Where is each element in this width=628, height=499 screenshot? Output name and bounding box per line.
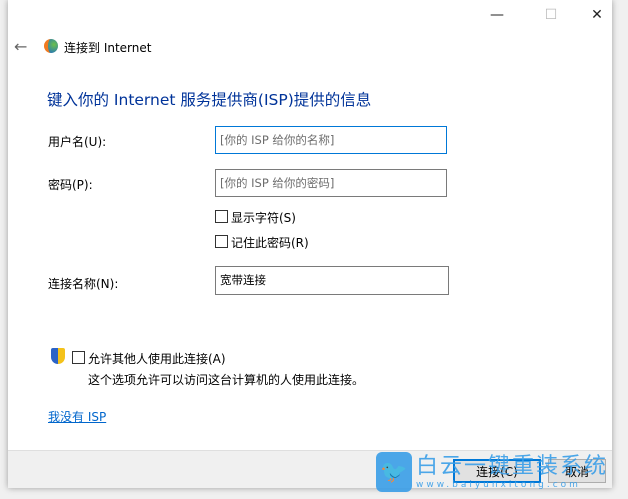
close-button[interactable]: ✕ — [574, 0, 620, 30]
allow-others-label[interactable]: 允许其他人使用此连接(A) — [88, 350, 226, 367]
bird-icon: 🐦 — [376, 452, 412, 492]
connect-to-internet-window: — ☐ ✕ ← 连接到 Internet 键入你的 Internet 服务提供商… — [8, 0, 612, 488]
allow-others-description: 这个选项允许可以访问这台计算机的人使用此连接。 — [88, 373, 365, 387]
watermark-logo: 🐦 白云一键重装系统 www.baiyunxitong.com — [376, 452, 608, 492]
watermark-url: www.baiyunxitong.com — [416, 480, 581, 490]
remember-password-checkbox[interactable] — [215, 235, 228, 248]
connection-name-label: 连接名称(N): — [48, 277, 119, 291]
back-arrow-icon[interactable]: ← — [14, 37, 27, 56]
show-chars-label[interactable]: 显示字符(S) — [231, 209, 296, 226]
password-label: 密码(P): — [48, 178, 93, 192]
username-label: 用户名(U): — [48, 135, 107, 149]
uac-shield-icon — [51, 348, 65, 364]
no-isp-link[interactable]: 我没有 ISP — [48, 408, 106, 425]
connection-name-input[interactable]: 宽带连接 — [215, 266, 449, 295]
remember-password-label[interactable]: 记住此密码(R) — [231, 234, 309, 251]
minimize-button[interactable]: — — [474, 0, 520, 30]
maximize-button[interactable]: ☐ — [528, 0, 574, 30]
window-title: 连接到 Internet — [64, 41, 152, 55]
password-input[interactable]: [你的 ISP 给你的密码] — [215, 169, 447, 197]
page-heading: 键入你的 Internet 服务提供商(ISP)提供的信息 — [47, 91, 372, 109]
watermark-title: 白云一键重装系统 — [416, 454, 609, 479]
show-chars-checkbox[interactable] — [215, 210, 228, 223]
username-input[interactable]: [你的 ISP 给你的名称] — [215, 126, 447, 154]
network-globe-icon — [44, 39, 58, 53]
allow-others-checkbox[interactable] — [72, 351, 85, 364]
